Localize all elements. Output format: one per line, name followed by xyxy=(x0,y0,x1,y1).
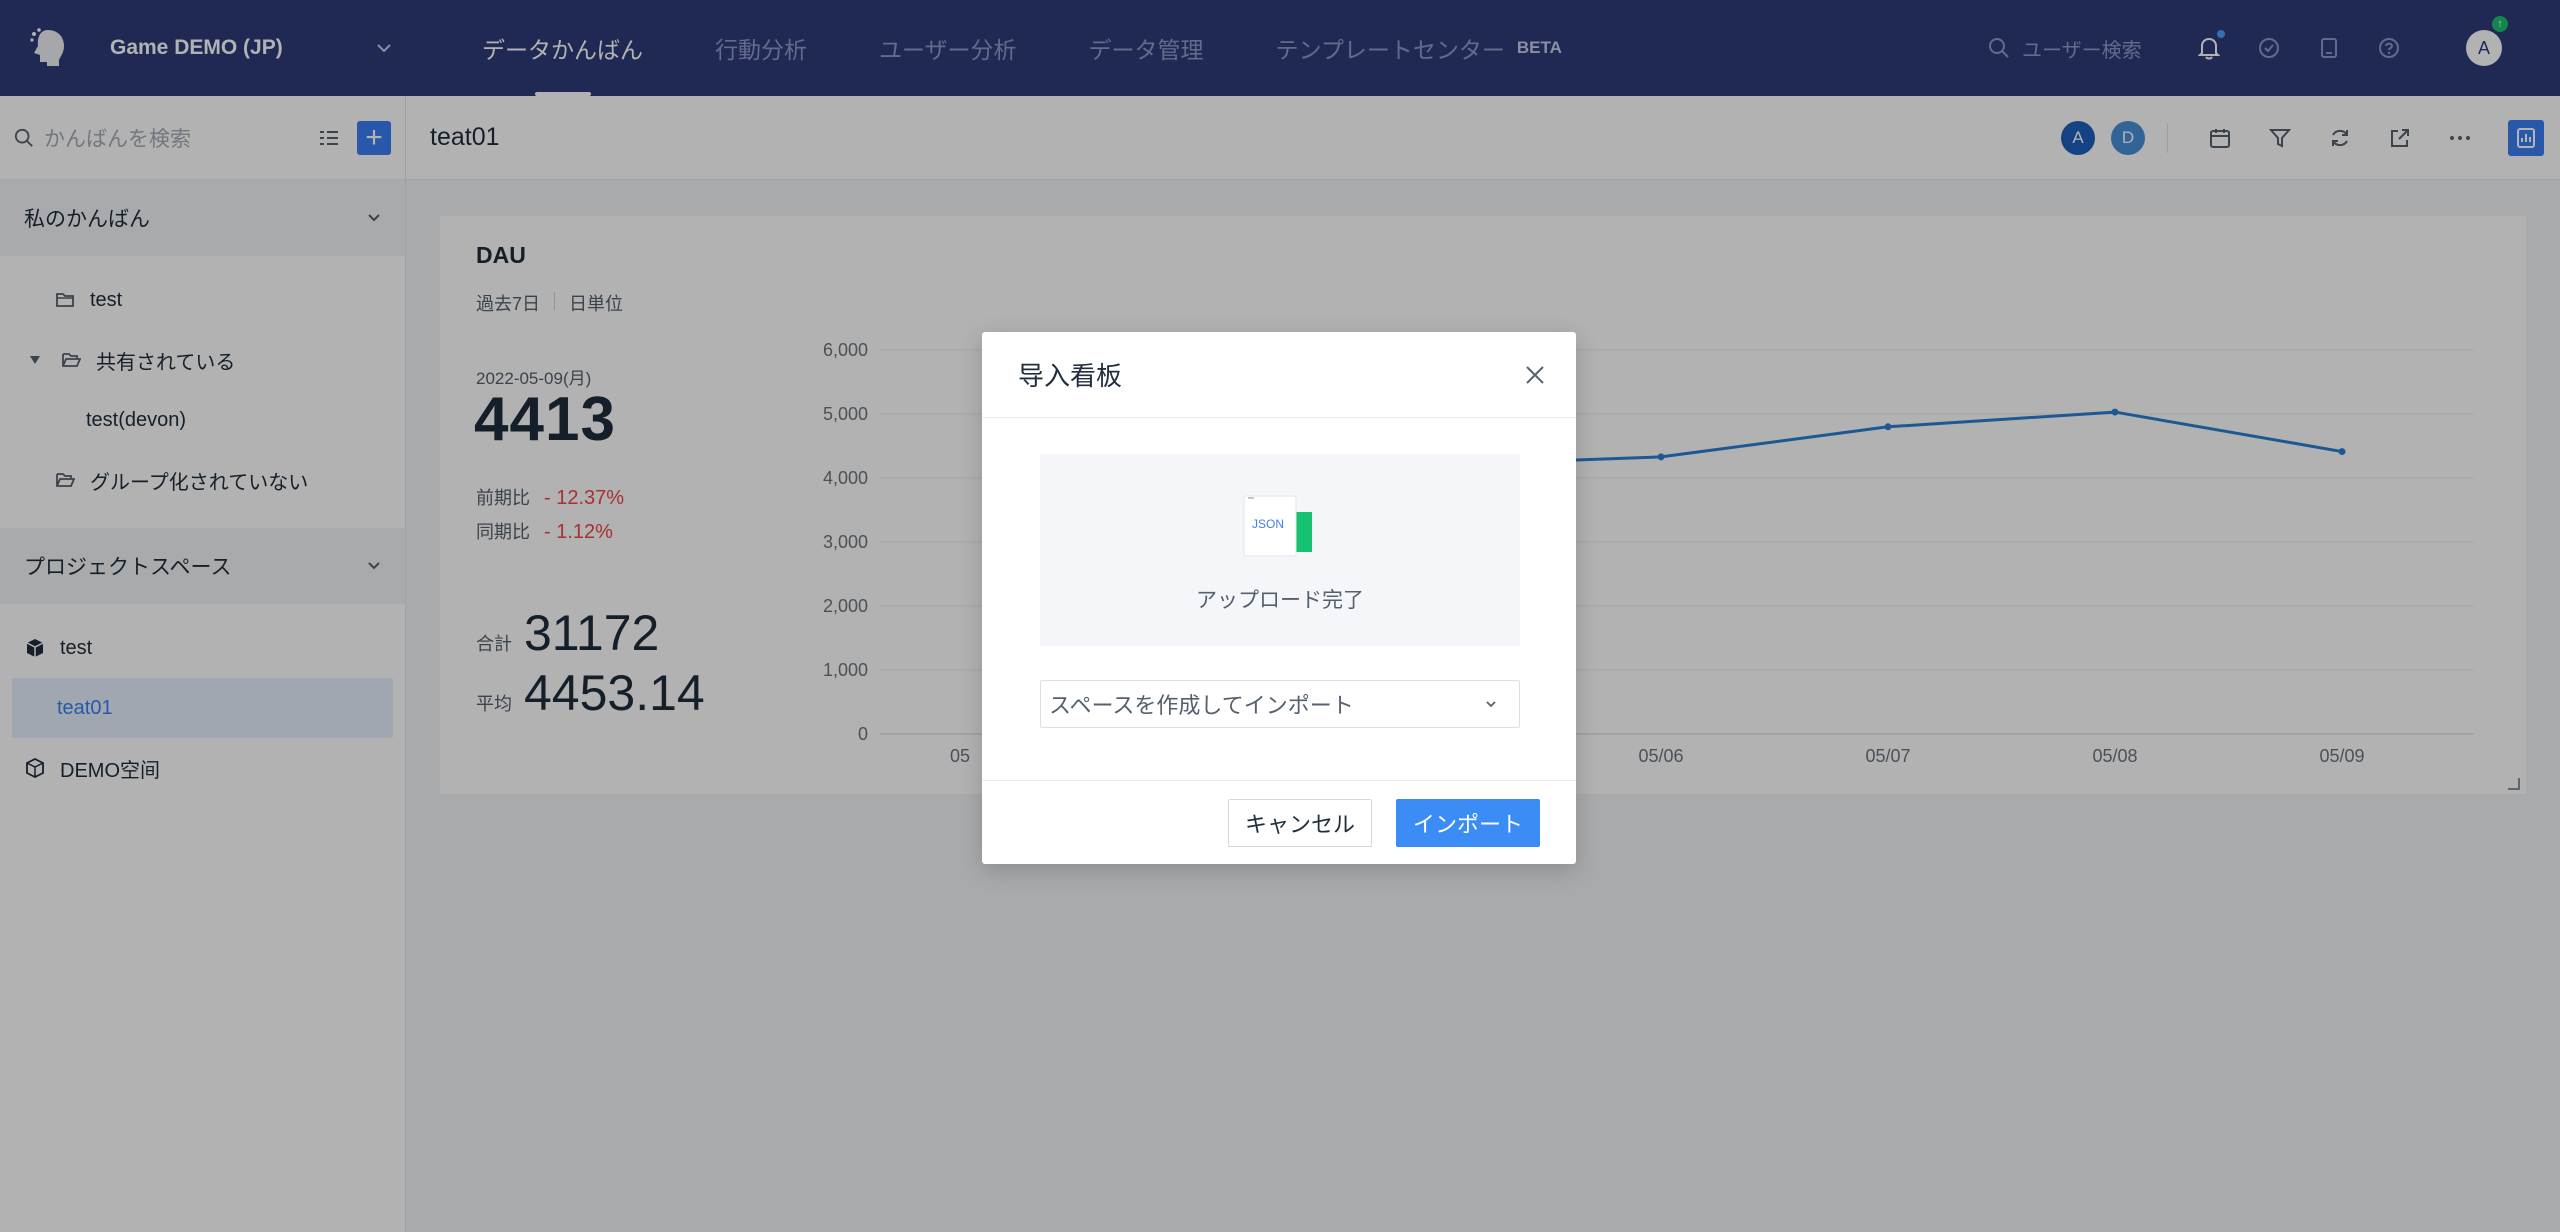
file-type-label: JSON xyxy=(1252,517,1284,531)
json-file-icon: JSON xyxy=(1243,495,1312,557)
import-mode-value: スペースを作成してインポート xyxy=(1049,693,1354,718)
cancel-button[interactable]: キャンセル xyxy=(1228,798,1372,847)
upload-status: アップロード完了 xyxy=(1196,589,1364,612)
import-board-dialog: 导入看板 JSON アップロード完了 スペースを作成してインポート キャンセル … xyxy=(982,332,1576,864)
dialog-footer: キャンセル インポート xyxy=(982,780,1576,864)
upload-area[interactable]: JSON アップロード完了 xyxy=(1040,454,1520,646)
import-mode-select[interactable]: スペースを作成してインポート xyxy=(1040,680,1520,728)
dialog-header: 导入看板 xyxy=(982,332,1576,418)
close-button[interactable] xyxy=(1522,362,1548,388)
dialog-title: 导入看板 xyxy=(1018,361,1123,391)
close-icon xyxy=(1526,365,1544,384)
chevron-down-icon xyxy=(1486,701,1496,708)
import-button[interactable]: インポート xyxy=(1396,798,1540,847)
